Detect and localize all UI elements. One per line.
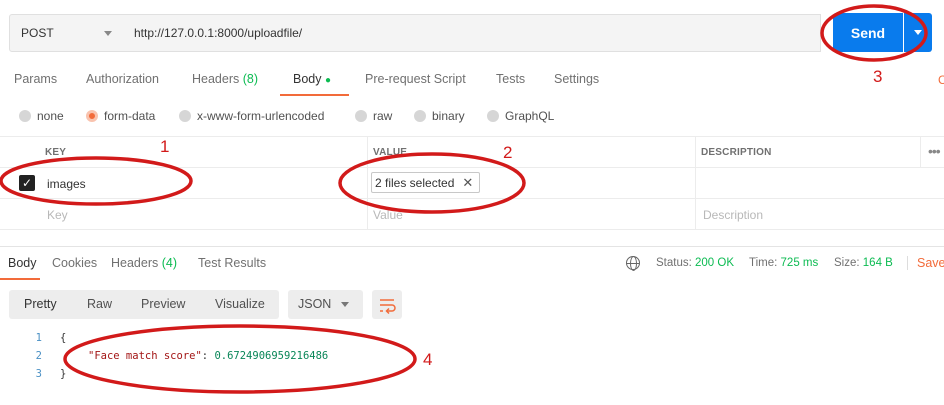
annotation-ellipse-3	[820, 4, 928, 62]
annotation-ellipse-2	[338, 152, 526, 214]
annotation-label-2: 2	[503, 143, 513, 162]
annotation-label-4: 4	[423, 350, 433, 369]
annotation-label-3: 3	[873, 67, 883, 86]
postman-window: POST http://127.0.0.1:8000/uploadfile/ S…	[0, 0, 944, 405]
annotation-ellipse-1	[0, 156, 193, 206]
annotation-ellipse-4	[63, 324, 417, 394]
annotation-label-1: 1	[160, 137, 170, 156]
annotation-overlay	[0, 4, 928, 394]
